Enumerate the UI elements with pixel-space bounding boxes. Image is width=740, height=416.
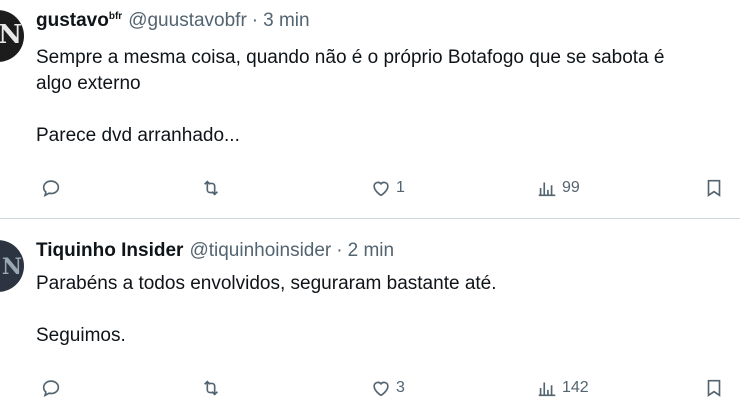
separator-dot: · [336,240,343,261]
like-count: 3 [396,379,405,396]
bookmark-icon [707,179,721,197]
repost-button[interactable] [200,373,222,403]
post-timestamp[interactable]: 2 min [348,240,394,262]
separator-dot: · [251,10,259,31]
post[interactable]: N gustavobfr @guustavobfr · 3 min Sempre… [0,0,740,219]
author-name[interactable]: gustavobfr [36,10,122,32]
author-handle[interactable]: @guustavobfr [128,10,247,32]
post-actions: 3 142 [0,373,740,403]
view-count: 142 [562,379,589,396]
post-text: Sempre a mesma coisa, quando não é o pró… [36,47,665,146]
post-divider [0,218,740,219]
heart-icon [373,381,389,397]
repost-icon [203,380,219,396]
reply-icon [42,380,60,397]
author-name[interactable]: Tiquinho Insider [36,240,183,262]
repost-icon [203,180,219,196]
views-button[interactable]: 142 [536,373,589,403]
avatar[interactable]: N [0,10,24,62]
view-count: 99 [562,179,580,196]
views-button[interactable]: 99 [536,173,580,203]
post-header: gustavobfr @guustavobfr · 3 min [36,10,310,32]
reply-icon [42,180,60,197]
post-header: Tiquinho Insider @tiquinhoinsider · 2 mi… [36,240,394,262]
repost-button[interactable] [200,173,222,203]
reply-button[interactable] [40,373,62,403]
post-actions: 1 99 [0,173,740,203]
post-timestamp[interactable]: 3 min [263,10,309,32]
post[interactable]: N Tiquinho Insider @tiquinhoinsider · 2 … [0,220,740,416]
heart-icon [373,181,389,197]
post-text: Parabéns a todos envolvidos, seguraram b… [36,273,497,346]
timeline-feed: N gustavobfr @guustavobfr · 3 min Sempre… [0,0,740,416]
bookmark-icon [707,379,721,397]
bookmark-button[interactable] [703,373,725,403]
views-bar-chart-icon [538,182,556,197]
like-count: 1 [396,179,405,196]
bookmark-button[interactable] [703,173,725,203]
like-button[interactable]: 1 [370,173,405,203]
author-handle[interactable]: @tiquinhoinsider [189,240,331,262]
views-bar-chart-icon [538,382,556,397]
avatar[interactable]: N [0,240,24,292]
author-name-suffix: bfr [108,11,123,22]
like-button[interactable]: 3 [370,373,405,403]
reply-button[interactable] [40,173,62,203]
